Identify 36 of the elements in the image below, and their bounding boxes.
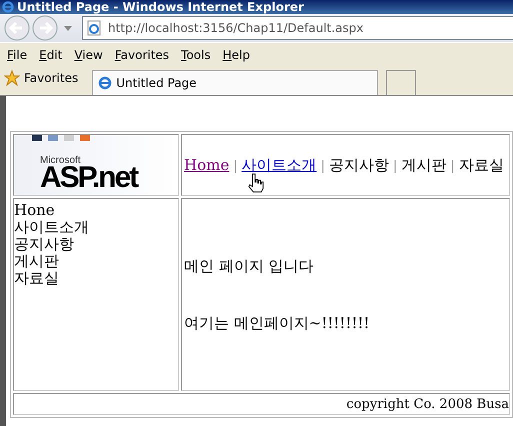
copyright-text: copyright Co. 2008 Busa <box>346 396 509 412</box>
paragraph: 메인 페이지 입니다 <box>184 256 315 276</box>
menu-item[interactable]: Tools <box>176 48 218 62</box>
back-button[interactable] <box>4 15 30 41</box>
menu-item[interactable]: Edit <box>34 48 70 62</box>
sidebar-item: Hone <box>14 202 56 219</box>
dropdown-icon[interactable] <box>64 26 72 30</box>
star-icon <box>4 70 20 86</box>
hand-cursor-icon <box>248 173 264 193</box>
sidebar-item: 자료실 <box>14 270 60 287</box>
browser-icon <box>97 75 114 91</box>
new-tab-button[interactable] <box>386 70 416 95</box>
nav-link[interactable]: 사이트소개 <box>242 156 317 174</box>
separator: | <box>320 158 325 174</box>
page-icon <box>86 20 102 36</box>
window-title: Untitled Page - Windows Internet Explorer <box>17 0 304 14</box>
address-field[interactable]: http://localhost:3156/Chap11/Default.aspx <box>82 16 513 40</box>
menu-item[interactable]: Help <box>218 48 257 62</box>
nav-text: 게시판 <box>401 156 446 174</box>
browser-tab[interactable]: Untitled Page <box>92 70 378 95</box>
forward-button[interactable] <box>32 15 58 41</box>
nav-text: 공지사항 <box>329 156 389 174</box>
menu-item[interactable]: View <box>69 48 110 62</box>
sidebar-item: 공지사항 <box>14 236 75 253</box>
separator: | <box>233 158 238 174</box>
separator: | <box>450 158 455 174</box>
browser-icon <box>2 1 14 13</box>
favorites-button[interactable]: Favorites <box>0 70 92 92</box>
menu-item[interactable]: File <box>2 48 34 62</box>
sidebar-item: 게시판 <box>14 253 60 270</box>
nav-text: 자료실 <box>458 156 504 174</box>
paragraph: 여기는 메인페이지~!!!!!!!! <box>184 314 371 332</box>
sidebar-item: 사이트소개 <box>14 219 90 236</box>
nav-link[interactable]: Home <box>184 156 230 174</box>
menu-item[interactable]: Favorites <box>110 48 176 62</box>
separator: | <box>393 158 398 174</box>
